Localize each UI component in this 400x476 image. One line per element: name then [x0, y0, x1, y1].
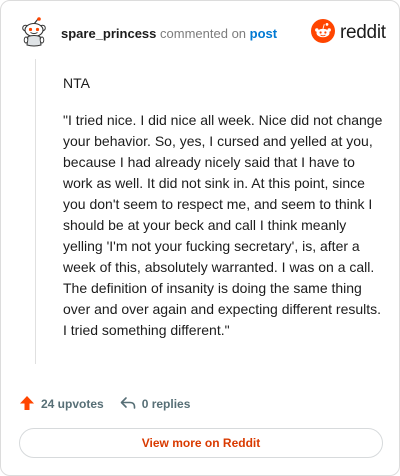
view-more-button[interactable]: View more on Reddit: [19, 428, 383, 458]
reply-arrow-icon: [120, 395, 142, 414]
replies-count[interactable]: 0 replies: [120, 395, 191, 414]
thread-line: [35, 59, 36, 364]
upvotes-label: 24 upvotes: [41, 397, 104, 411]
commented-on-label: commented on: [160, 26, 247, 41]
comment-byline: spare_princess commented on post: [61, 26, 277, 42]
reddit-logo-icon: [311, 18, 335, 48]
comment-paragraph: NTA: [63, 75, 90, 91]
comment-header: spare_princess commented on post reddit: [1, 1, 399, 65]
reddit-brand[interactable]: reddit: [311, 18, 386, 48]
comment-paragraph: "I tried nice. I did nice all week. Nice…: [63, 112, 383, 338]
author-username[interactable]: spare_princess: [61, 26, 156, 41]
comment-footer: 24 upvotes 0 replies: [19, 394, 190, 414]
post-link[interactable]: post: [250, 26, 277, 41]
comment-body: NTA "I tried nice. I did nice all week. …: [63, 73, 383, 341]
upvotes-count[interactable]: 24 upvotes: [19, 395, 104, 414]
snoo-avatar-icon[interactable]: [19, 17, 49, 47]
replies-label: 0 replies: [141, 397, 191, 411]
upvote-arrow-icon: [19, 395, 41, 414]
comment-embed-card: spare_princess commented on post reddit: [0, 0, 400, 476]
reddit-wordmark: reddit: [340, 22, 386, 43]
